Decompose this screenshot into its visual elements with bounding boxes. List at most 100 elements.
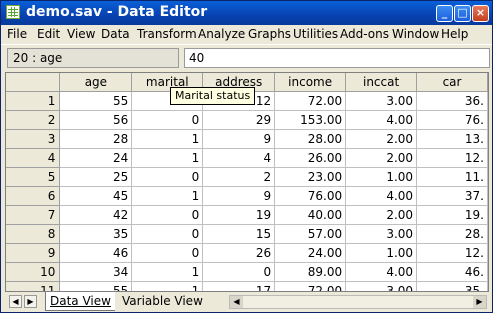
- row-header[interactable]: 2: [6, 110, 61, 130]
- row-header[interactable]: 1: [6, 91, 61, 111]
- scroll-left-arrow-icon[interactable]: ◀: [230, 296, 243, 308]
- menu-view[interactable]: View: [67, 27, 95, 41]
- table-cell[interactable]: 37.: [416, 186, 488, 206]
- menu-window[interactable]: Window: [392, 27, 439, 41]
- table-cell[interactable]: 46: [59, 243, 133, 263]
- table-cell[interactable]: 25: [59, 167, 133, 187]
- table-cell[interactable]: 2.00: [345, 129, 418, 149]
- table-cell[interactable]: 0: [131, 205, 204, 225]
- row-header[interactable]: 4: [6, 148, 61, 168]
- table-cell[interactable]: 72.00: [274, 91, 347, 111]
- table-cell[interactable]: 26: [202, 243, 276, 263]
- table-cell[interactable]: 4.00: [345, 110, 418, 130]
- table-cell[interactable]: 1: [131, 129, 204, 149]
- table-cell[interactable]: 23.00: [274, 167, 347, 187]
- table-cell[interactable]: 11.: [416, 167, 488, 187]
- close-button[interactable]: ×: [472, 5, 489, 22]
- menu-add-ons[interactable]: Add-ons: [340, 27, 389, 41]
- table-cell[interactable]: 153.00: [274, 110, 347, 130]
- table-cell[interactable]: 28.: [416, 224, 488, 244]
- table-cell[interactable]: 3.00: [345, 91, 418, 111]
- table-cell[interactable]: 28: [59, 129, 133, 149]
- column-header-age[interactable]: age: [59, 73, 133, 92]
- table-cell[interactable]: 28.00: [274, 129, 347, 149]
- table-cell[interactable]: 2.00: [345, 148, 418, 168]
- menu-graphs[interactable]: Graphs: [248, 27, 291, 41]
- row-header[interactable]: 5: [6, 167, 61, 187]
- table-cell[interactable]: 1.00: [345, 167, 418, 187]
- row-header[interactable]: 7: [6, 205, 61, 225]
- menu-data[interactable]: Data: [101, 27, 130, 41]
- row-header[interactable]: 10: [6, 262, 61, 282]
- table-cell[interactable]: 40.00: [274, 205, 347, 225]
- table-cell[interactable]: 2: [202, 167, 276, 187]
- table-cell[interactable]: 56: [59, 110, 133, 130]
- table-cell[interactable]: 24.00: [274, 243, 347, 263]
- table-cell[interactable]: 34: [59, 262, 133, 282]
- table-cell[interactable]: 19: [202, 205, 276, 225]
- row-header[interactable]: 3: [6, 129, 61, 149]
- table-cell[interactable]: 76.00: [274, 186, 347, 206]
- table-cell[interactable]: 15: [202, 224, 276, 244]
- table-cell[interactable]: 12.: [416, 243, 488, 263]
- row-header[interactable]: 11: [6, 281, 61, 291]
- table-cell[interactable]: 0: [131, 110, 204, 130]
- table-cell[interactable]: 17: [202, 281, 276, 291]
- column-header-inccat[interactable]: inccat: [345, 73, 418, 92]
- table-cell[interactable]: 3.00: [345, 281, 418, 291]
- table-cell[interactable]: 1: [131, 186, 204, 206]
- table-cell[interactable]: 42: [59, 205, 133, 225]
- table-cell[interactable]: 57.00: [274, 224, 347, 244]
- menu-file[interactable]: File: [7, 27, 27, 41]
- cell-value-input[interactable]: 40: [184, 48, 490, 68]
- table-cell[interactable]: 19.: [416, 205, 488, 225]
- menu-analyze[interactable]: Analyze: [198, 27, 245, 41]
- table-cell[interactable]: 4: [202, 148, 276, 168]
- menu-transform[interactable]: Transform: [137, 27, 197, 41]
- tab-variable-view[interactable]: Variable View: [118, 292, 207, 310]
- table-cell[interactable]: 13.: [416, 129, 488, 149]
- menu-utilities[interactable]: Utilities: [293, 27, 338, 41]
- title-bar[interactable]: demo.sav - Data Editor _ □ ×: [1, 1, 492, 25]
- table-cell[interactable]: 46.: [416, 262, 488, 282]
- table-cell[interactable]: 9: [202, 129, 276, 149]
- table-cell[interactable]: 3.00: [345, 224, 418, 244]
- table-cell[interactable]: 35.: [416, 281, 488, 291]
- table-cell[interactable]: 45: [59, 186, 133, 206]
- table-cell[interactable]: 4.00: [345, 262, 418, 282]
- data-grid[interactable]: age marital address income inccat car 1 …: [5, 72, 489, 292]
- tab-data-view[interactable]: Data View: [45, 292, 115, 311]
- table-cell[interactable]: 55: [59, 91, 133, 111]
- table-cell[interactable]: 55: [59, 281, 133, 291]
- table-cell[interactable]: 35: [59, 224, 133, 244]
- table-cell[interactable]: 9: [202, 186, 276, 206]
- table-cell[interactable]: 0: [131, 224, 204, 244]
- corner-cell[interactable]: [6, 73, 61, 92]
- row-header[interactable]: 8: [6, 224, 61, 244]
- table-cell[interactable]: 4.00: [345, 186, 418, 206]
- table-cell[interactable]: 1: [131, 148, 204, 168]
- maximize-button[interactable]: □: [454, 5, 471, 22]
- minimize-button[interactable]: _: [436, 5, 453, 22]
- table-cell[interactable]: 89.00: [274, 262, 347, 282]
- menu-help[interactable]: Help: [441, 27, 468, 41]
- table-cell[interactable]: 0: [131, 167, 204, 187]
- scroll-right-arrow-icon[interactable]: ▶: [473, 296, 486, 308]
- horizontal-scrollbar[interactable]: ◀ ▶: [229, 295, 487, 309]
- tab-scroll-left-icon[interactable]: ◀: [9, 295, 22, 308]
- table-cell[interactable]: 76.: [416, 110, 488, 130]
- table-cell[interactable]: 24: [59, 148, 133, 168]
- table-cell[interactable]: 2.00: [345, 205, 418, 225]
- table-cell[interactable]: 12.: [416, 148, 488, 168]
- table-cell[interactable]: 1.00: [345, 243, 418, 263]
- table-cell[interactable]: 0: [131, 243, 204, 263]
- table-cell[interactable]: 72.00: [274, 281, 347, 291]
- row-header[interactable]: 6: [6, 186, 61, 206]
- menu-edit[interactable]: Edit: [37, 27, 60, 41]
- tab-scroll-right-icon[interactable]: ▶: [24, 295, 37, 308]
- column-header-car[interactable]: car: [416, 73, 488, 92]
- column-header-income[interactable]: income: [274, 73, 347, 92]
- table-cell[interactable]: 1: [131, 262, 204, 282]
- row-header[interactable]: 9: [6, 243, 61, 263]
- table-cell[interactable]: 36.: [416, 91, 488, 111]
